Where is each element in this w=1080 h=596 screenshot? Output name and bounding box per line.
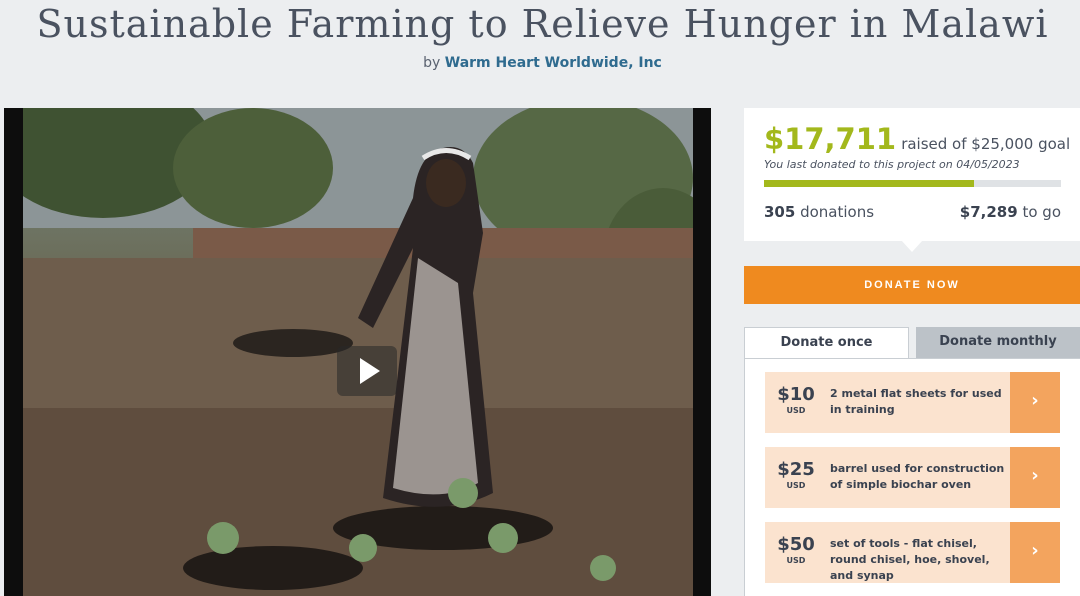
stats-pointer — [901, 240, 923, 252]
raised-summary: $17,711 raised of $25,000 goal — [764, 122, 1070, 156]
play-icon[interactable] — [337, 346, 397, 396]
option-currency: USD — [786, 556, 806, 565]
chevron-right-icon[interactable]: › — [1010, 447, 1060, 508]
tab-donate-once[interactable]: Donate once — [744, 327, 909, 359]
chevron-right-icon[interactable]: › — [1010, 522, 1060, 583]
tab-donate-monthly[interactable]: Donate monthly — [916, 327, 1080, 359]
donation-option-10[interactable]: $10 USD 2 metal flat sheets for used in … — [765, 372, 1060, 433]
donations-number: 305 — [764, 203, 796, 221]
option-currency: USD — [786, 406, 806, 415]
funding-progress-bar — [764, 180, 1061, 187]
option-description: barrel used for construction of simple b… — [830, 462, 1005, 491]
option-description: 2 metal flat sheets for used in training — [830, 387, 1002, 416]
last-donated-note: You last donated to this project on 04/0… — [764, 158, 1020, 171]
option-amount: $25 USD — [765, 459, 827, 490]
funding-progress-fill — [764, 180, 975, 187]
raised-goal: raised of $25,000 goal — [901, 135, 1071, 153]
raised-amount: $17,711 — [764, 122, 897, 156]
project-video[interactable] — [4, 108, 711, 596]
byline: by Warm Heart Worldwide, Inc — [0, 55, 1080, 71]
donation-option-50[interactable]: $50 USD set of tools - flat chisel, roun… — [765, 522, 1060, 583]
video-thumbnail — [23, 108, 693, 596]
page-title: Sustainable Farming to Relieve Hunger in… — [36, 2, 1049, 46]
option-description: set of tools - flat chisel, round chisel… — [830, 537, 990, 582]
option-amount: $50 USD — [765, 534, 827, 565]
option-amount-value: $25 — [777, 459, 815, 480]
option-amount: $10 USD — [765, 384, 827, 415]
donations-label: donations — [800, 203, 875, 221]
chevron-right-icon[interactable]: › — [1010, 372, 1060, 433]
to-go-amount: $7,289 — [959, 203, 1018, 221]
option-amount-value: $50 — [777, 534, 815, 555]
byline-prefix: by — [423, 55, 441, 71]
to-go-label: to go — [1022, 203, 1061, 221]
option-currency: USD — [786, 481, 806, 490]
donations-count: 305 donations — [764, 203, 874, 221]
organization-link[interactable]: Warm Heart Worldwide, Inc — [445, 55, 662, 71]
option-amount-value: $10 — [777, 384, 815, 405]
donate-now-button[interactable]: DONATE NOW — [744, 266, 1080, 304]
donation-option-25[interactable]: $25 USD barrel used for construction of … — [765, 447, 1060, 508]
funding-stats: $17,711 raised of $25,000 goal You last … — [744, 108, 1080, 241]
remaining-amount: $7,289 to go — [960, 203, 1061, 221]
